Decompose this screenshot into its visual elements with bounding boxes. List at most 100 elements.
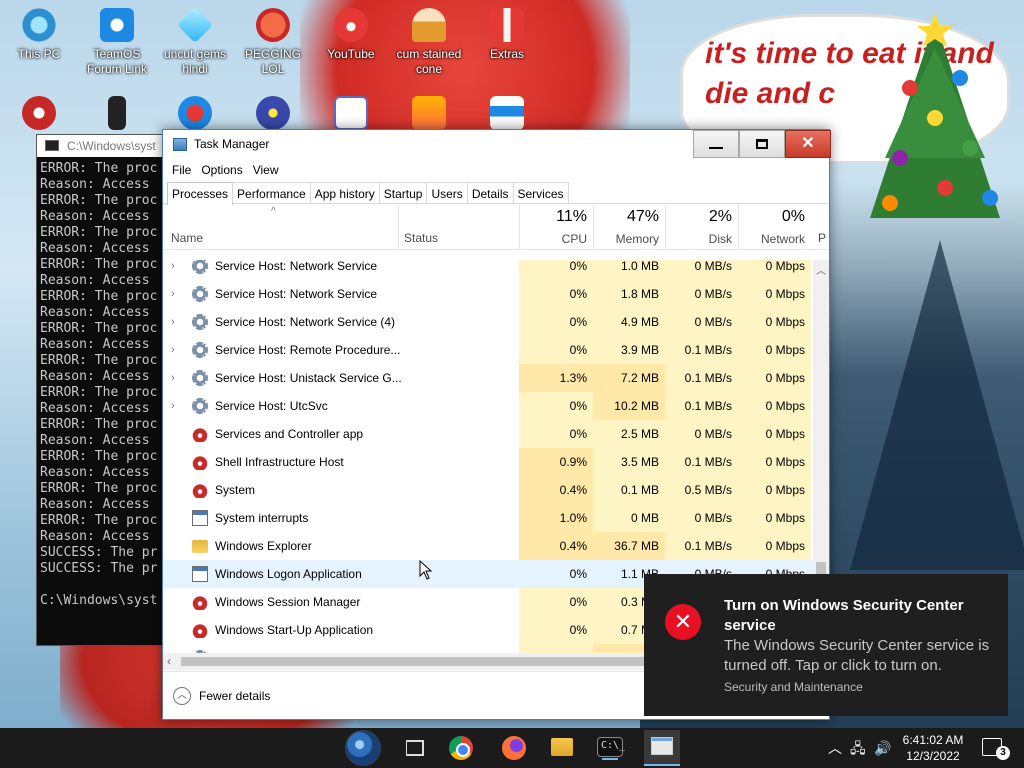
fewer-details-button[interactable]: Fewer details [199,689,270,703]
process-row[interactable]: Windows Explorer 0.4% 36.7 MB 0.1 MB/s 0 Mbp… [163,532,813,560]
computer-icon [22,8,56,42]
expand-chevron-icon[interactable]: › [171,336,183,364]
process-name: Service Host: Network Service [215,260,378,273]
process-name: Windows Start-Up Application [215,623,374,637]
desktop-icon-uncut-gems[interactable]: uncut gems hindi [157,6,233,77]
start-button[interactable] [345,730,381,766]
desktop-icon-youtube[interactable]: YouTube [313,8,389,62]
volume-icon[interactable]: 🔊 [874,728,891,768]
horizontal-scroll-thumb[interactable] [181,657,671,666]
menu-options[interactable]: Options [196,160,247,182]
process-memory: 4.9 MB [620,315,659,329]
expand-chevron-icon[interactable]: › [171,644,183,653]
show-hidden-icons-chevron-icon[interactable]: ︿ [828,728,842,768]
tab-performance[interactable]: Performance [232,182,311,203]
cmd-title: C:\Windows\syst [67,139,156,153]
process-row[interactable]: › Service Host: Network Service (4) 0% 4.9 … [163,308,813,336]
desktop-icon-label: YouTube [327,47,375,61]
process-memory: 1.0 MB [620,260,659,273]
cpu-total-percent: 11% [556,208,587,225]
chrome-icon[interactable] [449,736,473,760]
process-row[interactable]: System 0.4% 0.1 MB 0.5 MB/s 0 Mbps [163,476,813,504]
cmd-icon [45,140,59,151]
app-icon [22,96,56,130]
process-network: 0 Mbps [765,260,805,273]
expand-chevron-icon[interactable]: › [171,308,183,336]
service-gear-icon [192,342,208,358]
maximize-icon [740,135,784,153]
tab-users[interactable]: Users [426,182,468,203]
firefox-icon[interactable] [502,736,526,760]
expand-chevron-icon[interactable]: › [171,392,183,420]
scroll-up-icon[interactable]: ︿ [813,262,829,277]
column-header-memory[interactable]: 47% Memory [593,204,665,250]
process-memory: 3.5 MB [620,455,659,469]
desktop-icon-second-row-1[interactable] [1,96,77,135]
hd-icon [412,96,446,130]
expand-chevron-icon[interactable]: › [171,260,183,280]
desktop-icon-teamos[interactable]: TeamOS Forum Link [79,8,155,77]
network-icon[interactable]: 🖧 [850,728,866,768]
tab-services[interactable]: Services [512,182,569,203]
csharp-icon [334,96,368,130]
expand-chevron-icon[interactable]: › [171,280,183,308]
column-header-network[interactable]: 0% Network [738,204,811,250]
process-row[interactable]: › Service Host: Network Service 0% 1.0 MB 0 … [163,260,813,280]
process-network: 0 Mbps [765,483,805,497]
minimize-icon [694,135,738,153]
process-row[interactable]: Shell Infrastructure Host 0.9% 3.5 MB 0.1 M… [163,448,813,476]
menu-file[interactable]: File [167,160,196,182]
process-name: wsappx (2) [215,644,405,653]
taskbar: C:\_ ︿ 🖧 🔊 6:41:02 AM 12/3/2022 3 [0,728,1024,768]
process-row[interactable]: › Service Host: Unistack Service G... 1.3%… [163,364,813,392]
file-explorer-icon[interactable] [551,738,573,756]
tab-app-history[interactable]: App history [309,182,380,203]
task-view-button[interactable] [399,732,431,764]
chevron-up-icon[interactable]: ︿ [173,687,191,705]
minimize-button[interactable] [693,130,739,158]
column-header-cpu[interactable]: 11% CPU [519,204,593,250]
process-icon [192,594,208,610]
menu-view[interactable]: View [248,160,284,182]
clock-time: 6:41:02 AM [902,733,964,747]
column-header-name[interactable]: Name [171,231,203,245]
desktop-icon-label: Extras [489,47,524,61]
column-header-status[interactable]: Status [404,231,438,245]
process-name: Service Host: UtcSvc [215,399,328,413]
process-row[interactable]: › Service Host: Remote Procedure... 0% 3.9 … [163,336,813,364]
process-disk: 0 MB/s [694,287,732,301]
process-row[interactable]: › Service Host: UtcSvc 0% 10.2 MB 0.1 MB/s 0 … [163,392,813,420]
security-notification-toast[interactable]: ✕ Turn on Windows Security Center servic… [644,574,1008,716]
process-network: 0 Mbps [765,287,805,301]
tab-startup[interactable]: Startup [378,182,428,203]
process-icon [192,426,208,442]
wallpaper-tree-silhouette [850,240,1024,570]
tab-details[interactable]: Details [466,182,514,203]
scroll-left-icon[interactable]: ‹ [167,654,171,668]
process-cpu: 0.4% [559,539,587,553]
notification-count-badge: 3 [996,746,1010,760]
process-row[interactable]: Services and Controller app 0% 2.5 MB 0 MB/… [163,420,813,448]
expand-chevron-icon[interactable]: › [171,364,183,392]
command-prompt-taskbar-icon[interactable]: C:\_ [597,737,625,760]
error-x-icon: ✕ [665,604,701,640]
desktop-icon-this-pc[interactable]: This PC [1,8,77,62]
desktop-icon-extras[interactable]: Extras [469,8,545,62]
task-manager-titlebar[interactable]: Task Manager ✕ [163,130,831,160]
desktop-icon-second-row-2[interactable] [79,96,155,135]
task-manager-taskbar-icon[interactable] [644,730,680,766]
system-clock[interactable]: 6:41:02 AM 12/3/2022 [900,732,966,764]
process-memory: 0.1 MB [620,483,659,497]
desktop-icon-pegging[interactable]: PEGGING LOL [235,8,311,77]
desktop-icon-cone[interactable]: cum stained cone [391,8,467,77]
tab-processes[interactable]: Processes [167,182,234,205]
column-header-row: ^ Name Status 11% CPU 47% Memory 2% Disk… [163,204,829,250]
toast-body: The Windows Security Center service is t… [724,637,990,674]
process-row[interactable]: › Service Host: Network Service 0% 1.8 MB 0 … [163,280,813,308]
maximize-button[interactable] [739,130,785,158]
column-header-disk[interactable]: 2% Disk [665,204,738,250]
close-button[interactable]: ✕ [785,130,831,158]
disk-label: Disk [708,232,732,246]
column-header-power-truncated[interactable]: P [818,231,826,245]
process-row[interactable]: System interrupts 1.0% 0 MB 0 MB/s 0 Mbps [163,504,813,532]
